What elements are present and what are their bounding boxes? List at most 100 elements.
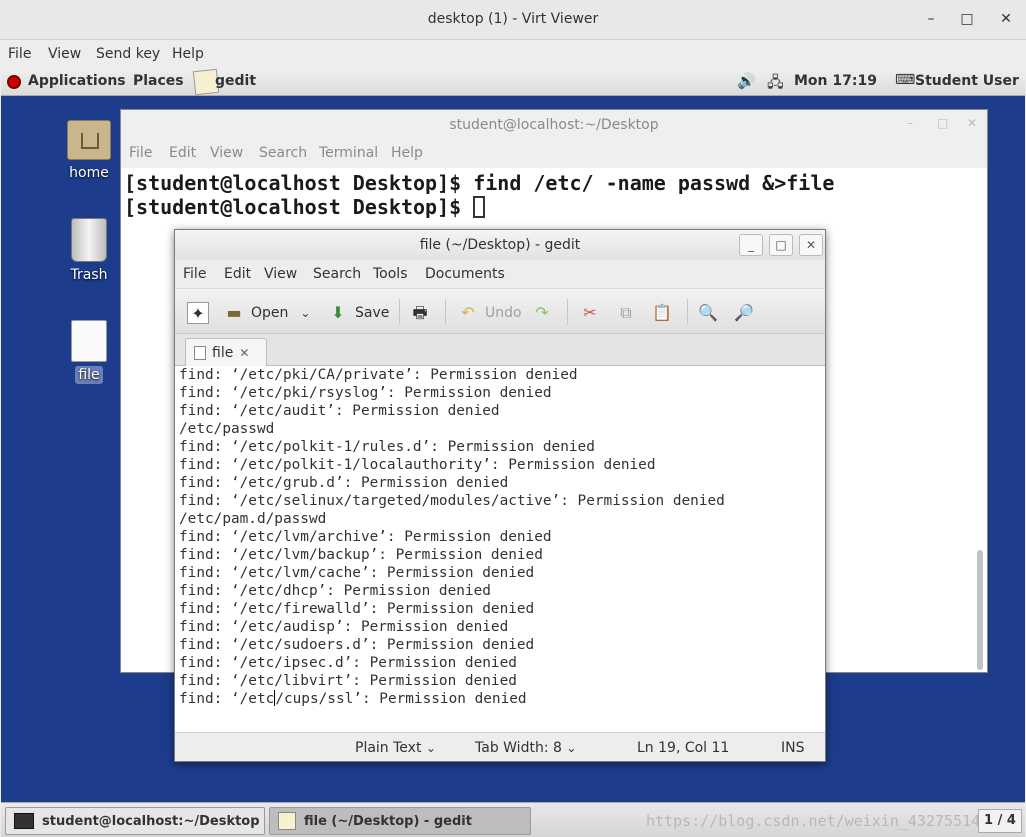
terminal-scrollbar[interactable] bbox=[977, 550, 983, 670]
viewer-menu-help[interactable]: Help bbox=[172, 46, 204, 62]
find-replace-button[interactable]: 🔎 bbox=[733, 301, 755, 325]
close-button[interactable]: ✕ bbox=[994, 8, 1018, 32]
terminal-minimize-icon[interactable]: – bbox=[907, 116, 913, 130]
terminal-line: [student@localhost Desktop]$ find /etc/ … bbox=[124, 171, 835, 195]
cursor-position: Ln 19, Col 11 bbox=[637, 740, 730, 756]
terminal-menu-search[interactable]: Search bbox=[259, 145, 307, 161]
text-editor[interactable]: find: ‘/etc/pki/CA/private’: Permission … bbox=[175, 366, 825, 732]
gedit-menu-view[interactable]: View bbox=[264, 266, 297, 282]
save-label: Save bbox=[355, 305, 390, 321]
terminal-line: [student@localhost Desktop]$ bbox=[124, 195, 486, 219]
editor-line: find: ‘/etc/firewalld’: Permission denie… bbox=[179, 601, 535, 617]
toolbar-separator bbox=[567, 299, 568, 325]
desktop-icon-file[interactable]: file bbox=[54, 320, 124, 384]
redo-button[interactable]: ↷ bbox=[531, 301, 553, 325]
open-button[interactable]: ▬ Open ⌄ bbox=[223, 301, 310, 325]
paste-button[interactable]: 📋 bbox=[651, 301, 673, 325]
viewer-menu-view[interactable]: View bbox=[48, 46, 81, 62]
gedit-menu-tools[interactable]: Tools bbox=[373, 266, 408, 282]
editor-line: find: ‘/etc/dhcp’: Permission denied bbox=[179, 583, 491, 599]
line-before-caret: find: ‘/etc bbox=[179, 691, 275, 707]
copy-icon: ⧉ bbox=[620, 303, 632, 322]
new-document-button[interactable]: ✦ bbox=[187, 301, 209, 325]
terminal-menu-edit[interactable]: Edit bbox=[169, 145, 196, 161]
editor-line: find: ‘/etc/audisp’: Permission denied bbox=[179, 619, 509, 635]
home-icon-label: home bbox=[69, 165, 109, 181]
terminal-menu-view[interactable]: View bbox=[210, 145, 243, 161]
undo-button[interactable]: ↶ Undo bbox=[457, 301, 521, 325]
editor-line: find: ‘/etc/lvm/backup’: Permission deni… bbox=[179, 547, 543, 563]
tab-file[interactable]: file ✕ bbox=[185, 338, 267, 367]
printer-icon: 🖶 bbox=[412, 303, 428, 322]
editor-line: find: ‘/etc/pki/CA/private’: Permission … bbox=[179, 367, 578, 383]
places-menu[interactable]: Places bbox=[133, 73, 184, 89]
editor-line: find: ‘/etc/ipsec.d’: Permission denied bbox=[179, 655, 517, 671]
desktop-icon-trash[interactable]: Trash bbox=[54, 218, 124, 284]
gedit-menu-search[interactable]: Search bbox=[313, 266, 361, 282]
desktop-icon-home[interactable]: home bbox=[54, 120, 124, 182]
viewer-menu-file[interactable]: File bbox=[8, 46, 31, 62]
gedit-minimize-icon[interactable]: _ bbox=[739, 234, 763, 256]
applications-menu[interactable]: Applications bbox=[28, 73, 126, 89]
terminal-menu-help[interactable]: Help bbox=[391, 145, 423, 161]
taskbar-terminal-button[interactable]: student@localhost:~/Desktop bbox=[5, 807, 265, 835]
clock[interactable]: Mon 17:19 bbox=[794, 73, 877, 89]
workspace-pager[interactable]: 1 / 4 bbox=[978, 809, 1022, 833]
terminal-title: student@localhost:~/Desktop bbox=[121, 110, 987, 140]
tab-width-label: Tab Width: 8 bbox=[475, 740, 562, 756]
user-menu[interactable]: Student User bbox=[915, 73, 1019, 89]
editor-line-current: find: ‘/etc/cups/ssl’: Permission denied bbox=[179, 690, 527, 708]
chevron-down-icon[interactable]: ⌄ bbox=[300, 306, 310, 320]
find-button[interactable]: 🔍 bbox=[697, 301, 719, 325]
gnome-top-bar: Applications Places gedit 🔊 🖧 Mon 17:19 … bbox=[1, 68, 1025, 96]
taskbar-gedit-button[interactable]: file (~/Desktop) - gedit bbox=[269, 807, 531, 835]
gedit-menu-file[interactable]: File bbox=[183, 266, 206, 282]
maximize-button[interactable]: □ bbox=[955, 8, 979, 32]
redo-icon: ↷ bbox=[535, 303, 549, 322]
language-selector[interactable]: Plain Text ⌄ bbox=[355, 740, 436, 756]
copy-button[interactable]: ⧉ bbox=[615, 301, 637, 325]
editor-line: /etc/passwd bbox=[179, 421, 275, 437]
text-file-icon bbox=[71, 320, 107, 362]
home-folder-icon bbox=[67, 120, 111, 160]
terminal-close-icon[interactable]: ✕ bbox=[967, 116, 977, 130]
folder-icon: ▬ bbox=[226, 303, 242, 322]
gedit-icon bbox=[278, 812, 296, 830]
file-icon-label: file bbox=[75, 366, 103, 384]
gedit-title: file (~/Desktop) - gedit bbox=[175, 230, 825, 260]
tab-close-icon[interactable]: ✕ bbox=[239, 346, 249, 360]
terminal-cursor bbox=[473, 196, 486, 218]
terminal-menu-terminal[interactable]: Terminal bbox=[319, 145, 378, 161]
terminal-maximize-icon[interactable]: □ bbox=[937, 116, 948, 130]
gedit-maximize-icon[interactable]: □ bbox=[769, 234, 793, 256]
guest-screen: Applications Places gedit 🔊 🖧 Mon 17:19 … bbox=[1, 68, 1025, 837]
active-app-menu[interactable]: gedit bbox=[215, 73, 256, 89]
toolbar-separator bbox=[445, 299, 446, 325]
open-label: Open bbox=[251, 305, 289, 321]
gedit-menu-edit[interactable]: Edit bbox=[224, 266, 251, 282]
user-icon: ⌨ bbox=[895, 72, 916, 88]
viewer-menu-send-key[interactable]: Send key bbox=[96, 46, 160, 62]
editor-line: find: ‘/etc/grub.d’: Permission denied bbox=[179, 475, 509, 491]
print-button[interactable]: 🖶 bbox=[409, 301, 431, 325]
gedit-toolbar: ✦ ▬ Open ⌄ ⬇ Save 🖶 ↶ Undo ↷ ✂ ⧉ 📋 🔍 🔎 bbox=[175, 288, 825, 334]
viewer-title: desktop (1) - Virt Viewer bbox=[427, 11, 599, 27]
gedit-menu-documents[interactable]: Documents bbox=[425, 266, 505, 282]
chevron-down-icon: ⌄ bbox=[425, 741, 436, 755]
editor-line: find: ‘/etc/lvm/cache’: Permission denie… bbox=[179, 565, 535, 581]
taskbar-gedit-label: file (~/Desktop) - gedit bbox=[304, 813, 472, 829]
tab-file-label: file bbox=[212, 345, 234, 361]
terminal-icon bbox=[14, 813, 34, 829]
gedit-close-icon[interactable]: ✕ bbox=[799, 234, 823, 256]
bottom-panel: student@localhost:~/Desktop file (~/Desk… bbox=[1, 802, 1025, 837]
cut-button[interactable]: ✂ bbox=[579, 301, 601, 325]
save-icon: ⬇ bbox=[331, 303, 345, 322]
save-button[interactable]: ⬇ Save bbox=[327, 301, 389, 325]
gedit-window[interactable]: file (~/Desktop) - gedit _ □ ✕ File Edit… bbox=[174, 229, 826, 762]
line-after-caret: /cups/ssl’: Permission denied bbox=[275, 691, 527, 707]
volume-icon[interactable]: 🔊 bbox=[737, 72, 756, 90]
terminal-menu-file[interactable]: File bbox=[129, 145, 152, 161]
network-icon[interactable]: 🖧 bbox=[767, 72, 784, 97]
tab-width-selector[interactable]: Tab Width: 8 ⌄ bbox=[475, 740, 576, 756]
minimize-button[interactable]: – bbox=[919, 8, 943, 32]
